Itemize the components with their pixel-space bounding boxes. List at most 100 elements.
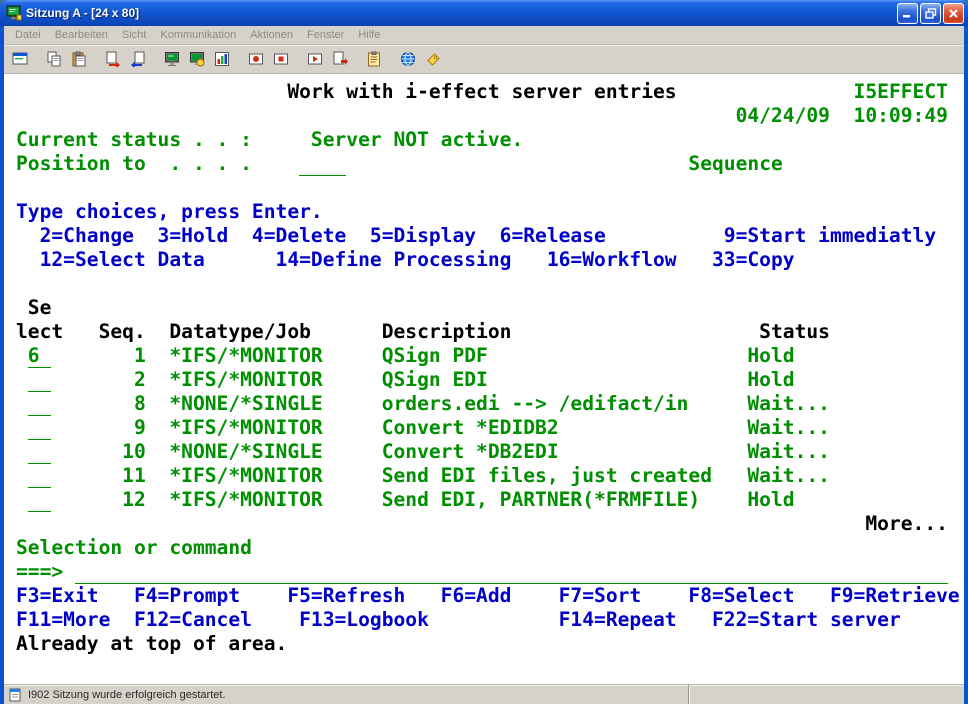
- graph-button[interactable]: [209, 47, 234, 71]
- terminal-text: Se: [16, 296, 51, 319]
- terminal-text: 2=Change 3=Hold 4=Delete 5=Display 6=Rel…: [16, 224, 936, 247]
- terminal-row: 10 *NONE/*SINGLE Convert *DB2EDI Wait...: [16, 440, 964, 464]
- terminal-text: 2 *IFS/*MONITOR QSign EDI Hold: [51, 368, 794, 391]
- terminal-input-field[interactable]: [75, 560, 948, 584]
- terminal-text: [16, 488, 28, 511]
- terminal-text: [16, 416, 28, 439]
- display-setup-icon: [189, 51, 205, 67]
- terminal-text: [16, 344, 28, 367]
- terminal-row: [16, 272, 964, 296]
- terminal-text: Type choices, press Enter.: [16, 200, 323, 223]
- terminal-text: 8 *NONE/*SINGLE orders.edi --> /edifact/…: [51, 392, 830, 415]
- status-bar: I902 Sitzung wurde erfolgreich gestartet…: [4, 684, 964, 704]
- keyboard-map-icon: [425, 51, 441, 67]
- record-macro-button[interactable]: [243, 47, 268, 71]
- terminal-text: 10 *NONE/*SINGLE Convert *DB2EDI Wait...: [51, 440, 830, 463]
- terminal-text: 12=Select Data 14=Define Processing 16=W…: [16, 248, 795, 271]
- close-button[interactable]: [943, 3, 964, 24]
- run-macro-button[interactable]: [327, 47, 352, 71]
- terminal-text: lect Seq. Datatype/Job Description Statu…: [16, 320, 830, 343]
- globe-icon: [400, 51, 416, 67]
- terminal-input-field[interactable]: [28, 368, 52, 392]
- status-message-icon: [9, 688, 23, 702]
- menu-item-bearbeiten[interactable]: Bearbeiten: [48, 27, 115, 43]
- terminal-row: Already at top of area.: [16, 632, 964, 656]
- terminal-text: Current status . . : Server NOT active.: [16, 128, 523, 151]
- graph-icon: [214, 51, 230, 67]
- terminal-row: More...: [16, 512, 964, 536]
- terminal-text: 9 *IFS/*MONITOR Convert *EDIDB2 Wait...: [51, 416, 830, 439]
- terminal-row: 9 *IFS/*MONITOR Convert *EDIDB2 Wait...: [16, 416, 964, 440]
- terminal-row: Current status . . : Server NOT active.: [16, 128, 964, 152]
- clipboard-button[interactable]: [361, 47, 386, 71]
- terminal-text: Work with i-effect server entries: [16, 80, 677, 103]
- session-app-icon[interactable]: [6, 5, 22, 21]
- status-message-panel: I902 Sitzung wurde erfolgreich gestartet…: [4, 685, 688, 704]
- status-secondary-panel: [688, 685, 964, 704]
- terminal-text: [16, 464, 28, 487]
- toolbar: [4, 45, 964, 74]
- app-window: Sitzung A - [24 x 80] Datei Bearbeiten S…: [0, 0, 968, 704]
- terminal-input-field[interactable]: [28, 416, 52, 440]
- terminal-text: [16, 440, 28, 463]
- paste-button[interactable]: [66, 47, 91, 71]
- paste-icon: [71, 51, 87, 67]
- terminal-row: 2=Change 3=Hold 4=Delete 5=Display 6=Rel…: [16, 224, 964, 248]
- run-macro-icon: [332, 51, 348, 67]
- terminal-screen[interactable]: Work with i-effect server entries I5EFFE…: [4, 74, 964, 684]
- receive-file-button[interactable]: [125, 47, 150, 71]
- restore-button[interactable]: [920, 3, 941, 24]
- terminal-input-field[interactable]: [28, 488, 52, 512]
- terminal-text: 11 *IFS/*MONITOR Send EDI files, just cr…: [51, 464, 830, 487]
- terminal-input-field[interactable]: [28, 392, 52, 416]
- menu-item-datei[interactable]: Datei: [8, 27, 48, 43]
- terminal-row: ===>: [16, 560, 964, 584]
- new-session-icon: [12, 51, 28, 67]
- title-bar: Sitzung A - [24 x 80]: [0, 0, 968, 26]
- terminal-row: 6 1 *IFS/*MONITOR QSign PDF Hold: [16, 344, 964, 368]
- terminal-input-field[interactable]: [28, 440, 52, 464]
- minimize-icon: [902, 8, 913, 18]
- stop-macro-button[interactable]: [268, 47, 293, 71]
- terminal-row: Work with i-effect server entries I5EFFE…: [16, 80, 964, 104]
- clipboard-icon: [366, 51, 382, 67]
- keyboard-map-button[interactable]: [420, 47, 445, 71]
- terminal-row: Type choices, press Enter.: [16, 200, 964, 224]
- terminal-text: 04/24/09 10:09:49: [16, 104, 948, 127]
- menu-item-sicht[interactable]: Sicht: [115, 27, 153, 43]
- send-file-button[interactable]: [100, 47, 125, 71]
- terminal-text: I5EFFECT: [677, 80, 948, 103]
- terminal-row: Position to . . . . Sequence: [16, 152, 964, 176]
- terminal-input-field[interactable]: 6: [28, 344, 52, 368]
- terminal-row: 11 *IFS/*MONITOR Send EDI files, just cr…: [16, 464, 964, 488]
- terminal-text: Position to . . . .: [16, 152, 299, 175]
- terminal-input-field[interactable]: [299, 152, 346, 176]
- menu-item-aktionen[interactable]: Aktionen: [243, 27, 300, 43]
- send-file-icon: [105, 51, 121, 67]
- terminal-row: 04/24/09 10:09:49: [16, 104, 964, 128]
- menu-item-hilfe[interactable]: Hilfe: [351, 27, 387, 43]
- play-macro-button[interactable]: [302, 47, 327, 71]
- display-session-button[interactable]: [159, 47, 184, 71]
- terminal-text: [16, 392, 28, 415]
- receive-file-icon: [130, 51, 146, 67]
- terminal-text: 12 *IFS/*MONITOR Send EDI, PARTNER(*FRMF…: [51, 488, 794, 511]
- restore-icon: [925, 8, 937, 19]
- window-title: Sitzung A - [24 x 80]: [26, 6, 897, 20]
- terminal-row: lect Seq. Datatype/Job Description Statu…: [16, 320, 964, 344]
- close-icon: [948, 8, 959, 19]
- terminal-row: 2 *IFS/*MONITOR QSign EDI Hold: [16, 368, 964, 392]
- terminal-row: 12=Select Data 14=Define Processing 16=W…: [16, 248, 964, 272]
- terminal-input-field[interactable]: [28, 464, 52, 488]
- status-message: I902 Sitzung wurde erfolgreich gestartet…: [28, 689, 226, 701]
- copy-button[interactable]: [41, 47, 66, 71]
- menu-item-kommunikation[interactable]: Kommunikation: [153, 27, 243, 43]
- minimize-button[interactable]: [897, 3, 918, 24]
- terminal-text: Sequence: [346, 152, 782, 175]
- terminal-row: F11=More F12=Cancel F13=Logbook F14=Repe…: [16, 608, 964, 632]
- new-session-button[interactable]: [7, 47, 32, 71]
- menu-item-fenster[interactable]: Fenster: [300, 27, 351, 43]
- display-setup-button[interactable]: [184, 47, 209, 71]
- web-browser-button[interactable]: [395, 47, 420, 71]
- terminal-row: Selection or command: [16, 536, 964, 560]
